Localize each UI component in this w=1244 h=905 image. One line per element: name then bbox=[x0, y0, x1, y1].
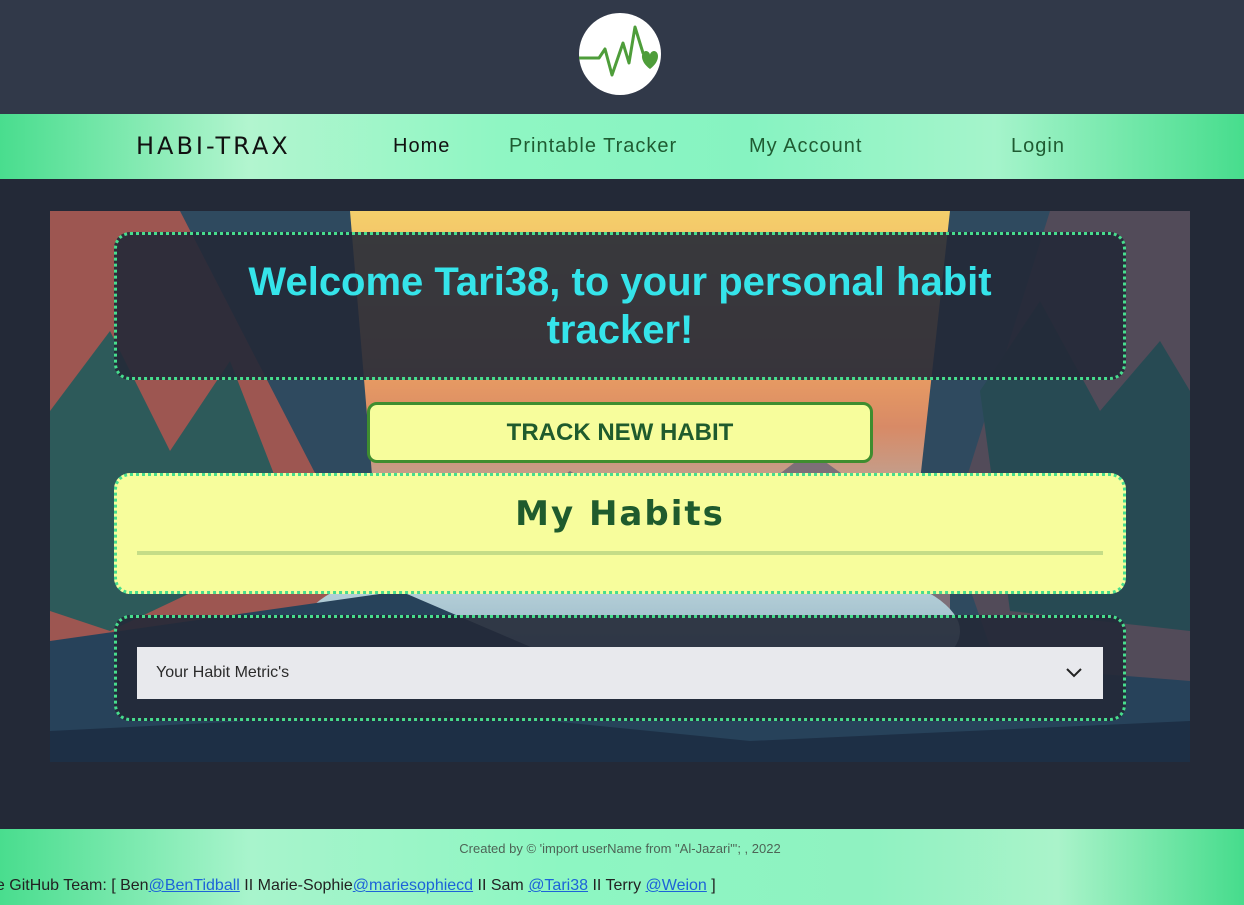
heartbeat-heart-icon bbox=[579, 25, 659, 77]
page-footer: Created by © 'import userName from "Al-J… bbox=[0, 829, 1244, 905]
team-separator: II Marie-Sophie bbox=[239, 877, 353, 894]
team-separator: II Sam bbox=[473, 877, 529, 894]
footer-credit: Created by © 'import userName from "Al-J… bbox=[459, 841, 781, 856]
github-team-line: he GitHub Team: [ Ben@BenTidball II Mari… bbox=[0, 877, 716, 895]
team-prefix: he GitHub Team: [ Ben bbox=[0, 877, 149, 894]
nav-home-link[interactable]: Home bbox=[393, 135, 450, 158]
track-new-habit-button[interactable]: TRACK NEW HABIT bbox=[367, 402, 873, 463]
github-link-mariesophiecd[interactable]: @mariesophiecd bbox=[353, 877, 473, 894]
github-link-weion[interactable]: @Weion bbox=[646, 877, 707, 894]
habit-metrics-dropdown[interactable]: Your Habit Metric's bbox=[137, 647, 1103, 699]
nav-my-account-link[interactable]: My Account bbox=[749, 135, 862, 158]
team-separator: II Terry bbox=[588, 877, 646, 894]
team-suffix: ] bbox=[706, 877, 716, 894]
main-navbar: HABI-TRAX Home Printable Tracker My Acco… bbox=[0, 114, 1244, 179]
habits-divider bbox=[137, 551, 1103, 555]
nav-login-link[interactable]: Login bbox=[1011, 135, 1065, 158]
my-habits-card: My Habits bbox=[114, 473, 1126, 594]
nav-printable-tracker-link[interactable]: Printable Tracker bbox=[509, 135, 677, 158]
github-link-tari38[interactable]: @Tari38 bbox=[528, 877, 588, 894]
welcome-heading: Welcome Tari38, to your personal habit t… bbox=[248, 260, 992, 352]
brand-title[interactable]: HABI-TRAX bbox=[136, 132, 291, 160]
github-link-bentidball[interactable]: @BenTidball bbox=[149, 877, 240, 894]
heartbeat-logo-icon[interactable] bbox=[579, 13, 661, 95]
hero-section: Welcome Tari38, to your personal habit t… bbox=[50, 211, 1190, 762]
chevron-down-icon bbox=[1065, 664, 1083, 682]
top-header bbox=[0, 0, 1244, 114]
habit-metrics-label: Your Habit Metric's bbox=[156, 664, 290, 681]
habit-metrics-card: Your Habit Metric's bbox=[114, 615, 1126, 721]
welcome-card: Welcome Tari38, to your personal habit t… bbox=[114, 232, 1126, 380]
my-habits-title: My Habits bbox=[515, 494, 725, 534]
